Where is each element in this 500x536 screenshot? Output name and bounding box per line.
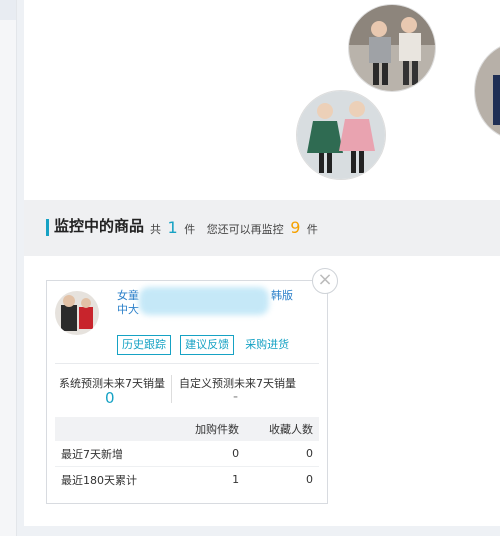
table-row: 最近180天累计 1 0	[55, 467, 319, 493]
product-photo-3	[474, 42, 500, 140]
row-cart-count: 1	[232, 473, 240, 486]
title-line1-start: 女童	[117, 289, 139, 302]
title-line2-start: 中大	[117, 303, 139, 316]
card-actions: 历史跟踪 建议反馈 采购进货	[117, 333, 289, 355]
product-thumbnail-image	[55, 291, 99, 335]
table-row: 最近7天新增 0 0	[55, 441, 319, 467]
count-prefix: 共	[150, 223, 161, 236]
table-header-empty	[55, 417, 172, 441]
table-header-cart: 加购件数	[171, 417, 246, 441]
section-title: 监控中的商品	[54, 217, 145, 235]
remaining-prefix: 您还可以再监控	[206, 223, 284, 236]
left-rail	[0, 0, 17, 536]
title-line1-end: 韩版	[271, 289, 293, 302]
history-tracking-button[interactable]: 历史跟踪	[117, 335, 171, 355]
row-fav-count: 0	[306, 473, 313, 486]
redacted-title-blur	[139, 287, 269, 315]
monitoring-section-header: 监控中的商品 共 1 件 您还可以再监控 9 件	[24, 200, 500, 256]
product-thumbnail[interactable]	[55, 291, 99, 335]
table-header-fav: 收藏人数	[245, 417, 319, 441]
product-card: 女童 韩版 中大 历史跟踪 建议反馈 采购进货 系统预测未来7天销量 0 自定义预…	[46, 280, 328, 504]
kids-photo-image	[349, 5, 435, 91]
section-accent-bar	[46, 219, 49, 236]
monitored-products-panel: 女童 韩版 中大 历史跟踪 建议反馈 采购进货 系统预测未来7天销量 0 自定义预…	[24, 256, 500, 526]
kids-photo-image	[475, 43, 500, 139]
row-fav-count: 0	[245, 441, 319, 467]
banner-panel	[24, 0, 500, 200]
close-icon[interactable]: ×	[312, 268, 338, 294]
product-photo-1	[348, 4, 436, 92]
kids-photo-image	[297, 91, 385, 179]
system-forecast-value: 0	[105, 389, 115, 407]
row-cart-count: 0	[171, 441, 246, 467]
row-label: 最近180天累计	[61, 473, 137, 487]
monitored-count: 1	[167, 218, 178, 237]
count-unit: 件	[184, 223, 196, 236]
row-label: 最近7天新增	[55, 441, 172, 467]
stats-separator	[171, 375, 172, 403]
remaining-unit: 件	[306, 223, 318, 236]
remaining-count: 9	[290, 218, 301, 237]
stats-table: 加购件数 收藏人数 最近7天新增 0 0 最近180天累计 1 0	[55, 417, 319, 492]
custom-forecast-value: -	[233, 389, 239, 405]
product-photo-2	[296, 90, 386, 180]
feedback-button[interactable]: 建议反馈	[180, 335, 235, 355]
left-rail-stub	[0, 0, 16, 20]
bottom-strip	[24, 526, 500, 536]
card-divider	[55, 363, 319, 364]
purchase-link[interactable]: 采购进货	[245, 336, 289, 352]
table-header-row: 加购件数 收藏人数	[55, 417, 319, 441]
monitor-count-info: 共 1 件 您还可以再监控 9 件	[150, 218, 318, 237]
